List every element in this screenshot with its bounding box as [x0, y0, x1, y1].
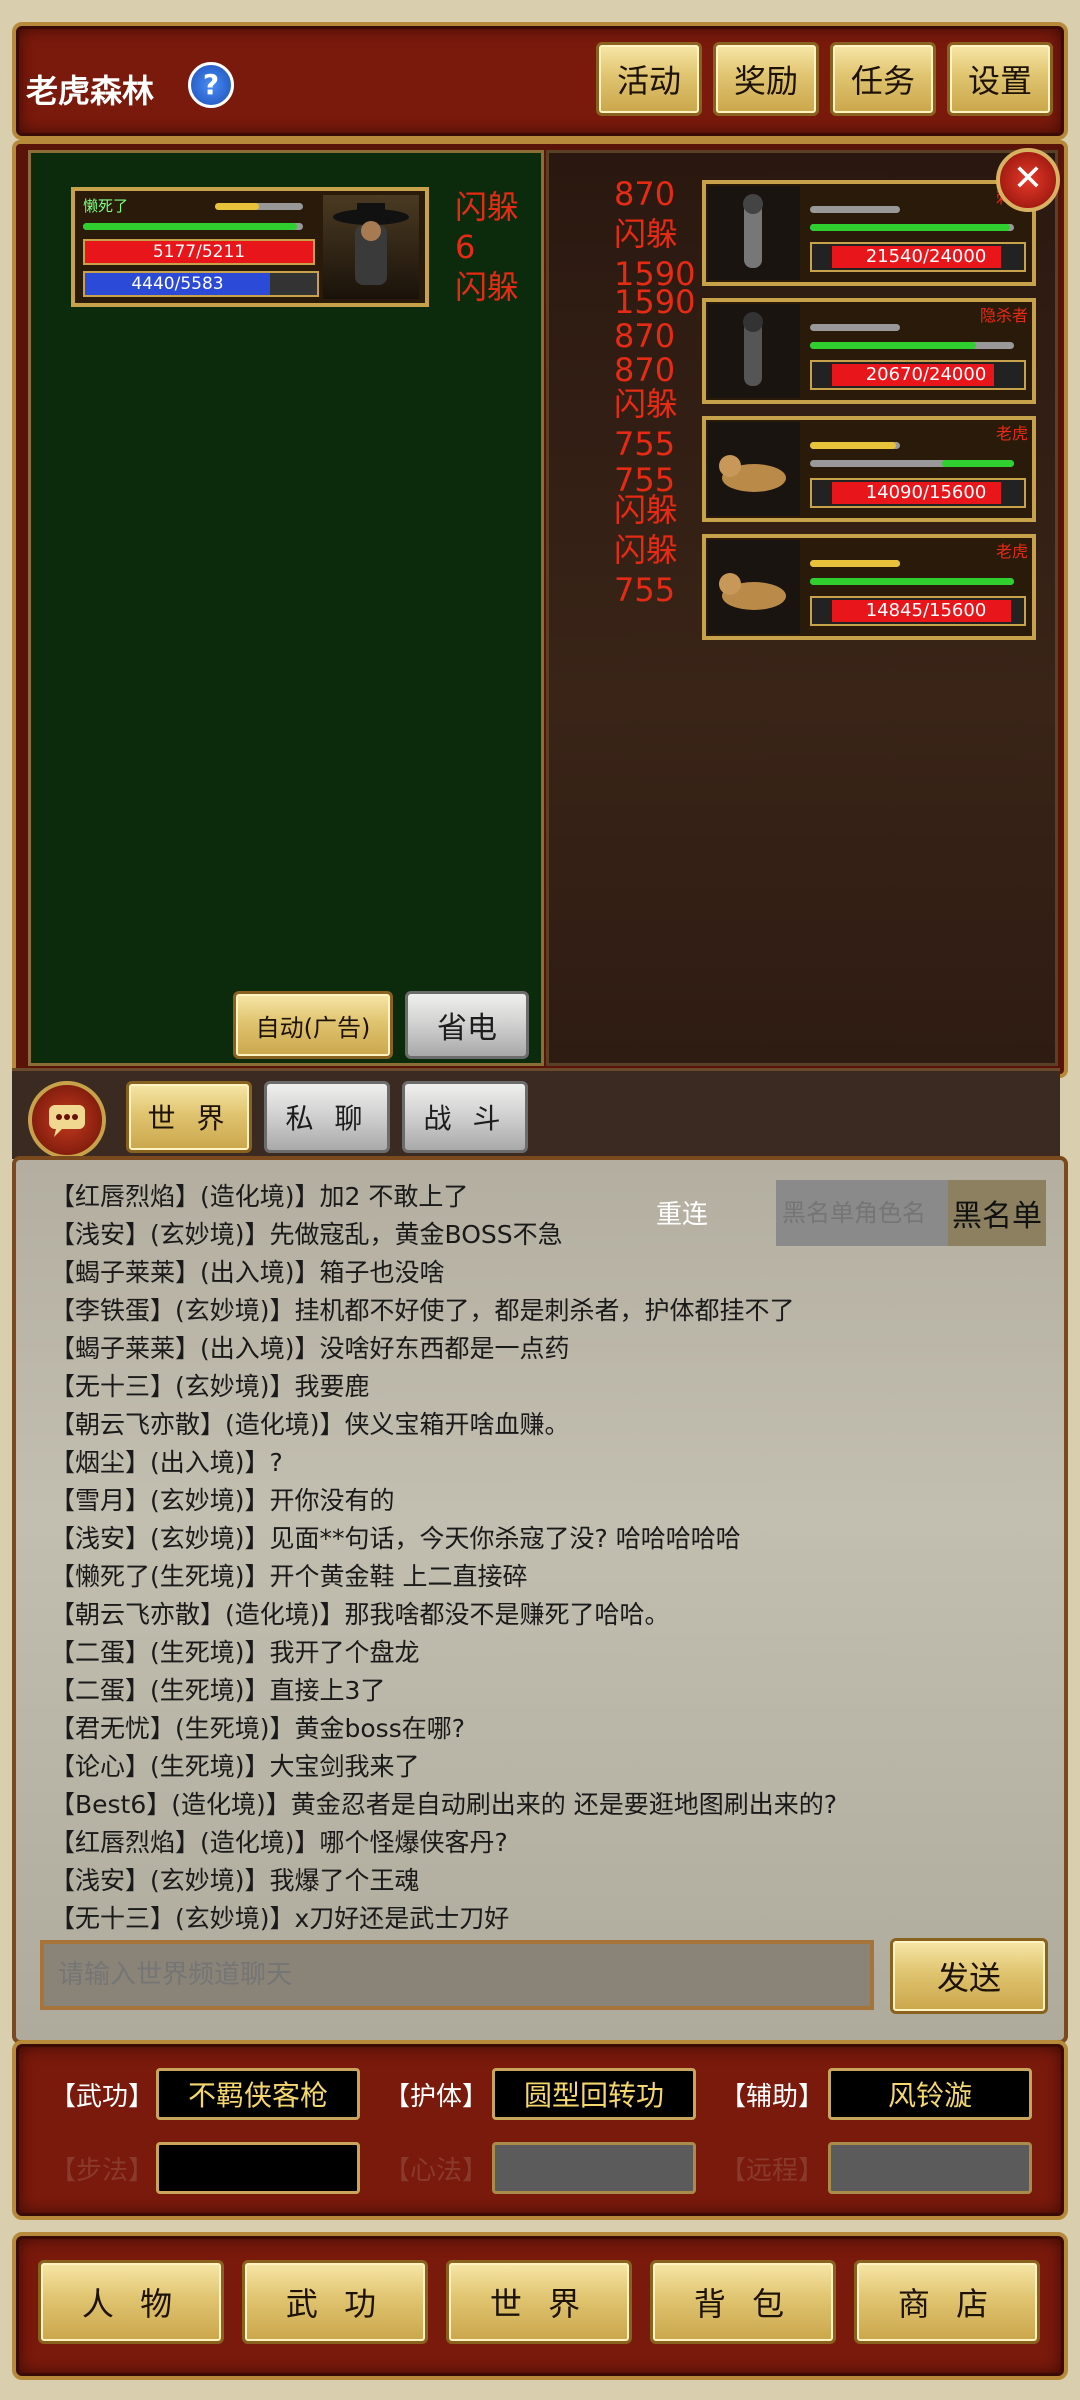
chat-message: 【Best6】(造化境)】黄金忍者是自动刷出来的 还是要逛地图刷出来的?: [50, 1790, 837, 1819]
chat-message: 【蝎子莱莱】(出入境)】没啥好东西都是一点药: [50, 1334, 570, 1363]
player-mp-bar: 4440/5583: [83, 271, 319, 297]
enemy-card[interactable]: 刺客 21540/24000: [702, 180, 1036, 286]
player-float-1: 6: [455, 228, 476, 266]
nav-world[interactable]: 世 界: [446, 2260, 632, 2344]
enemy-hp-bar: 21540/24000: [810, 242, 1026, 272]
chat-message: 【无十三】(玄妙境)】我要鹿: [50, 1372, 370, 1401]
chat-message: 【浅安】(玄妙境)】我爆了个王魂: [50, 1866, 420, 1895]
enemy-floats: 870 闪躲 1590 1590 870 870 闪躲 755 755 闪躲 闪…: [614, 174, 696, 610]
enemy-float: 闪躲: [614, 531, 679, 569]
chat-tab-bar: 世 界 私 聊 战 斗: [12, 1068, 1060, 1159]
header-bar: 老虎森林 ? 活动 奖励 任务 设置: [12, 22, 1068, 140]
player-float-0: 闪躲: [455, 188, 520, 226]
enemy-float: 闪躲: [614, 385, 679, 423]
activity-button[interactable]: 活动: [596, 42, 702, 116]
enemy-name: 隐杀者: [979, 306, 1028, 325]
help-icon[interactable]: ?: [188, 62, 234, 108]
chat-message: 【论心】(生死境)】大宝剑我来了: [50, 1752, 420, 1781]
skill-slot-assist[interactable]: 风铃漩: [828, 2068, 1032, 2120]
chat-panel: 【红唇烈焰】(造化境)】加2 不敢上了 【浅安】(玄妙境)】先做寇乱，黄金BOS…: [12, 1156, 1068, 2044]
player-portrait: [323, 195, 419, 299]
reconnect-link[interactable]: 重连: [656, 1194, 708, 1231]
task-button[interactable]: 任务: [830, 42, 936, 116]
player-stamina-bar: [215, 203, 303, 210]
enemy-float: 870: [614, 351, 676, 389]
send-button[interactable]: 发送: [890, 1938, 1048, 2014]
enemy-list: 刺客 21540/24000 隐杀者 20670/24000 老虎: [702, 180, 1036, 652]
chat-message: 【朝云飞亦散】(造化境)】侠义宝箱开啥血赚。: [50, 1410, 570, 1439]
enemy-hp-bar: 14090/15600: [810, 478, 1026, 508]
chat-message: 【雪月】(玄妙境)】开你没有的: [50, 1486, 395, 1515]
enemy-hp-bar: 14845/15600: [810, 596, 1026, 626]
blacklist-button[interactable]: 黑名单: [948, 1180, 1046, 1246]
location-title: 老虎森林: [26, 72, 155, 110]
enemy-float: 755: [614, 461, 676, 499]
tiger-portrait: [708, 422, 800, 516]
enemy-float: 755: [614, 425, 676, 463]
nav-shop[interactable]: 商 店: [854, 2260, 1040, 2344]
tab-private[interactable]: 私 聊: [264, 1081, 390, 1153]
auto-ad-button[interactable]: 自动(广告): [233, 991, 393, 1059]
player-float-2: 闪躲: [455, 268, 520, 306]
chat-message: 【君无忧】(生死境)】黄金boss在哪?: [50, 1714, 465, 1743]
battle-area: 懒死了 5177/5211 4440/5583 闪躲 6 闪躲 自动(广告) 省…: [12, 140, 1068, 1078]
chat-message: 【李铁蛋】(玄妙境)】挂机都不好使了，都是刺杀者，护体都挂不了: [50, 1296, 795, 1325]
enemy-float: 755: [614, 571, 676, 609]
chat-message: 【二蛋】(生死境)】直接上3了: [50, 1676, 386, 1705]
chat-message: 【懒死了(生死境)】开个黄金鞋 上二直接碎: [50, 1562, 528, 1591]
chat-message: 【朝云飞亦散】(造化境)】那我啥都没不是赚死了哈哈。: [50, 1600, 670, 1629]
enemy-float: 870: [614, 175, 676, 213]
skill-slot-guard[interactable]: 圆型回转功: [492, 2068, 696, 2120]
skill-slot-step[interactable]: [156, 2142, 360, 2194]
enemy-float: 闪躲: [614, 491, 679, 529]
player-energy-bar: [83, 223, 303, 230]
chat-message: 【蝎子莱莱】(出入境)】箱子也没啥: [50, 1258, 445, 1287]
enemy-card[interactable]: 老虎 14090/15600: [702, 416, 1036, 522]
enemy-float: 1590: [614, 283, 696, 321]
player-card: 懒死了 5177/5211 4440/5583: [71, 187, 429, 307]
chat-message-list[interactable]: 【红唇烈焰】(造化境)】加2 不敢上了 【浅安】(玄妙境)】先做寇乱，黄金BOS…: [50, 1178, 930, 1938]
chat-message: 【无十三】(玄妙境)】x刀好还是武士刀好: [50, 1904, 510, 1933]
chat-input[interactable]: [40, 1940, 874, 2010]
skill-slot-ranged[interactable]: [828, 2142, 1032, 2194]
nav-martial[interactable]: 武 功: [242, 2260, 428, 2344]
enemy-stamina-fill: [810, 224, 1010, 231]
tab-world[interactable]: 世 界: [126, 1081, 252, 1153]
skill-label-assist: 【辅助】: [720, 2082, 825, 2112]
skill-slot-mind[interactable]: [492, 2142, 696, 2194]
enemy-card[interactable]: 隐杀者 20670/24000: [702, 298, 1036, 404]
skill-slot-martial[interactable]: 不羁侠客枪: [156, 2068, 360, 2120]
tiger-portrait: [708, 540, 800, 634]
assassin-portrait: [708, 186, 800, 280]
close-icon[interactable]: ✕: [996, 148, 1060, 212]
skill-label-ranged: 【远程】: [720, 2156, 825, 2186]
reward-button[interactable]: 奖励: [713, 42, 819, 116]
player-panel: 懒死了 5177/5211 4440/5583 闪躲 6 闪躲 自动(广告) 省…: [28, 150, 544, 1066]
blacklist-input[interactable]: [776, 1180, 948, 1246]
hidden-killer-portrait: [708, 304, 800, 398]
skill-label-guard: 【护体】: [384, 2082, 489, 2112]
nav-bag[interactable]: 背 包: [650, 2260, 836, 2344]
tab-battle[interactable]: 战 斗: [402, 1081, 528, 1153]
player-hp-bar: 5177/5211: [83, 239, 315, 265]
skill-label-martial: 【武功】: [50, 2082, 155, 2112]
enemy-card[interactable]: 老虎 14845/15600: [702, 534, 1036, 640]
skill-label-step: 【步法】: [50, 2156, 155, 2186]
chat-message: 【红唇烈焰】(造化境)】哪个怪爆侠客丹?: [50, 1828, 508, 1857]
player-name: 懒死了: [83, 197, 129, 215]
chat-message: 【浅安】(玄妙境)】见面**句话，今天你杀寇了没? 哈哈哈哈哈: [50, 1524, 741, 1553]
chat-message: 【二蛋】(生死境)】我开了个盘龙: [50, 1638, 420, 1667]
skill-label-mind: 【心法】: [384, 2156, 489, 2186]
chat-bubble-icon[interactable]: [28, 1081, 106, 1159]
skills-panel: 【武功】 不羁侠客枪 【护体】 圆型回转功 【辅助】 风铃漩 【步法】 【心法】…: [12, 2040, 1068, 2220]
enemy-hp-bar: 20670/24000: [810, 360, 1026, 390]
settings-button[interactable]: 设置: [947, 42, 1053, 116]
bottom-nav: 人 物 武 功 世 界 背 包 商 店: [12, 2232, 1068, 2380]
enemy-name: 老虎: [995, 424, 1028, 443]
chat-message: 【烟尘】(出入境)】?: [50, 1448, 283, 1477]
enemy-float: 闪躲: [614, 215, 679, 253]
nav-character[interactable]: 人 物: [38, 2260, 224, 2344]
enemy-name: 老虎: [995, 542, 1028, 561]
power-save-button[interactable]: 省电: [405, 991, 529, 1059]
